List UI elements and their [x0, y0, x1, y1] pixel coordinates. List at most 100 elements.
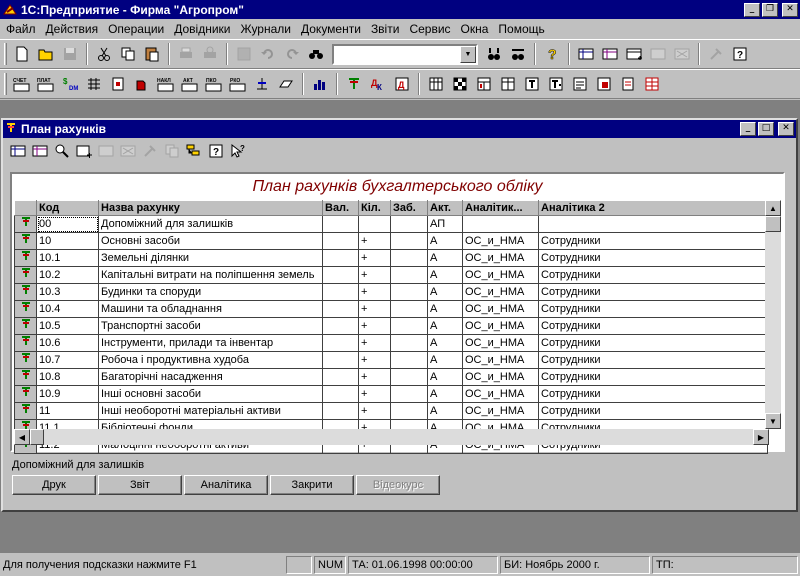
cell-analytics-2[interactable]: Сотрудники [538, 351, 768, 369]
cell-active[interactable]: А [427, 317, 463, 335]
close-button[interactable]: ✕ [782, 2, 798, 17]
operation-icon[interactable] [275, 73, 297, 95]
menu-actions[interactable]: Действия [40, 22, 103, 36]
ledger-delete-icon[interactable] [671, 43, 693, 65]
account-plan-icon[interactable] [343, 73, 365, 95]
cell-code[interactable]: 10.4 [36, 300, 99, 318]
cell-active[interactable]: АП [427, 215, 463, 233]
table-row[interactable]: 10.6 Інструменти, прилади та інвентар + А ОС… [14, 334, 768, 352]
cell-name[interactable]: Будинки та споруди [98, 283, 323, 301]
cell-offbalance[interactable] [390, 215, 428, 233]
print-icon[interactable] [175, 43, 197, 65]
cell-code[interactable]: 10.1 [36, 249, 99, 267]
cell-quantity[interactable]: + [358, 351, 391, 369]
table-row[interactable]: 10 Основні засоби + А ОС_и_НМА Сотрудники [14, 232, 768, 250]
menu-operations[interactable]: Операции [102, 22, 168, 36]
context-help-icon[interactable]: ? [729, 43, 751, 65]
cell-analytics-1[interactable]: ОС_и_НМА [462, 351, 539, 369]
chart-report-icon[interactable] [309, 73, 331, 95]
summary-icon[interactable] [617, 73, 639, 95]
properties-icon[interactable] [233, 43, 255, 65]
col-header-analytics-2[interactable]: Аналітика 2 [538, 200, 768, 216]
cell-offbalance[interactable] [390, 283, 428, 301]
turnover-icon[interactable]: Д [391, 73, 413, 95]
horizontal-scrollbar[interactable]: ◀ ▶ [14, 429, 769, 445]
col-header-quantity[interactable]: Кіл. [358, 200, 391, 216]
add-row-icon[interactable] [75, 140, 93, 162]
cell-offbalance[interactable] [390, 385, 428, 403]
toolbar-grip[interactable] [4, 43, 7, 65]
cell-code[interactable]: 10.3 [36, 283, 99, 301]
cell-name[interactable]: Земельні ділянки [98, 249, 323, 267]
cell-active[interactable]: А [427, 368, 463, 386]
hierarchy-icon[interactable] [185, 140, 203, 162]
cell-analytics-2[interactable]: Сотрудники [538, 385, 768, 403]
col-header-code[interactable]: Код [36, 200, 99, 216]
move-icon[interactable] [141, 140, 159, 162]
new-document-icon[interactable] [11, 43, 33, 65]
cell-analytics-1[interactable]: ОС_и_НМА [462, 232, 539, 250]
cell-offbalance[interactable] [390, 249, 428, 267]
journal-grid-icon[interactable] [83, 73, 105, 95]
video-course-button[interactable]: Відеокурс [356, 475, 440, 495]
cell-quantity[interactable]: + [358, 283, 391, 301]
report-button[interactable]: Звіт [98, 475, 182, 495]
cell-code[interactable]: 10.6 [36, 334, 99, 352]
menu-service[interactable]: Сервис [403, 22, 454, 36]
cell-analytics-1[interactable]: ОС_и_НМА [462, 249, 539, 267]
cell-offbalance[interactable] [390, 266, 428, 284]
cell-analytics-1[interactable]: ОС_и_НМА [462, 300, 539, 318]
cell-quantity[interactable]: + [358, 249, 391, 267]
col-header-icon[interactable] [14, 200, 37, 216]
cell-analytics-2[interactable]: Сотрудники [538, 334, 768, 352]
scroll-up-icon[interactable]: ▲ [765, 200, 781, 216]
table-row[interactable]: 10.3 Будинки та споруди + А ОС_и_НМА Сотрудни… [14, 283, 768, 301]
journal-order-icon[interactable] [569, 73, 591, 95]
child-minimize-button[interactable]: _ [740, 122, 756, 136]
table-row[interactable]: 10.4 Машини та обладнання + А ОС_и_НМА Сотруд… [14, 300, 768, 318]
cell-analytics-1[interactable] [462, 215, 539, 233]
cell-offbalance[interactable] [390, 368, 428, 386]
copy-row-icon[interactable] [97, 140, 115, 162]
cell-name[interactable]: Основні засоби [98, 232, 323, 250]
cell-name[interactable]: Робоча і продуктивна худоба [98, 351, 323, 369]
scroll-left-icon[interactable]: ◀ [14, 429, 30, 445]
cell-analytics-2[interactable]: Сотрудники [538, 368, 768, 386]
waybill-icon[interactable]: НАКЛ [155, 73, 177, 95]
edit-account-icon[interactable] [31, 140, 49, 162]
menu-help[interactable]: Помощь [492, 22, 548, 36]
cell-analytics-1[interactable]: ОС_и_НМА [462, 385, 539, 403]
cell-analytics-2[interactable] [538, 215, 768, 233]
cell-analytics-1[interactable]: ОС_и_НМА [462, 334, 539, 352]
col-header-active[interactable]: Акт. [427, 200, 463, 216]
search-combo[interactable]: ▼ [332, 43, 478, 65]
debit-credit-icon[interactable]: ДК [367, 73, 389, 95]
col-header-name[interactable]: Назва рахунку [98, 200, 323, 216]
cell-active[interactable]: А [427, 334, 463, 352]
table-report-icon[interactable] [425, 73, 447, 95]
cell-active[interactable]: А [427, 351, 463, 369]
cell-currency[interactable] [322, 232, 359, 250]
table-row[interactable]: 11 Інші необоротні матеріальні активи + А ОС… [14, 402, 768, 420]
balance-sheet-icon[interactable] [641, 73, 663, 95]
cell-active[interactable]: А [427, 402, 463, 420]
copy-icon[interactable] [117, 43, 139, 65]
cell-quantity[interactable]: + [358, 334, 391, 352]
cell-name[interactable]: Машини та обладнання [98, 300, 323, 318]
balance-icon[interactable] [251, 73, 273, 95]
col-header-currency[interactable]: Вал. [322, 200, 359, 216]
scroll-right-icon[interactable]: ▶ [753, 429, 769, 445]
ledger-icon[interactable] [575, 43, 597, 65]
cell-active[interactable]: А [427, 300, 463, 318]
cell-offbalance[interactable] [390, 300, 428, 318]
cell-quantity[interactable]: + [358, 368, 391, 386]
cell-name[interactable]: Інші основні засоби [98, 385, 323, 403]
cell-analytics-1[interactable]: ОС_и_НМА [462, 283, 539, 301]
cell-currency[interactable] [322, 334, 359, 352]
cell-name[interactable]: Капітальні витрати на поліпшення земель [98, 266, 323, 284]
undo-icon[interactable] [257, 43, 279, 65]
cell-currency[interactable] [322, 368, 359, 386]
child-maximize-button[interactable]: □ [758, 122, 774, 136]
delete-row-icon[interactable] [119, 140, 137, 162]
cell-quantity[interactable]: + [358, 385, 391, 403]
